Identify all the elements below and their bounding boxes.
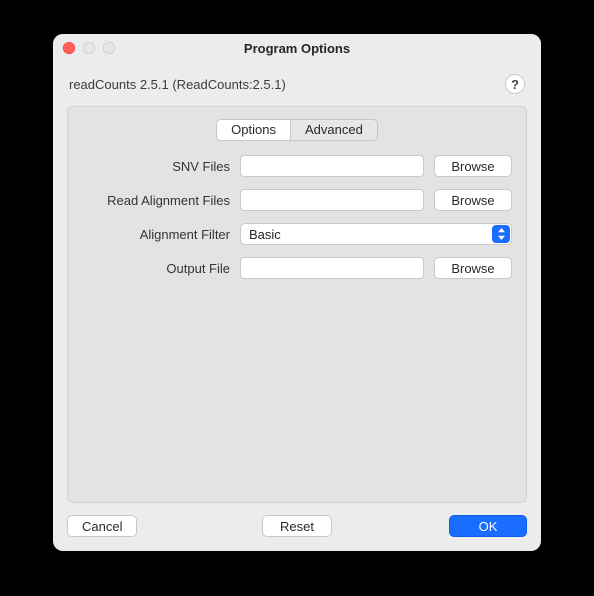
window-controls — [63, 42, 115, 54]
input-snv-files[interactable] — [240, 155, 424, 177]
label-read-alignment-files: Read Alignment Files — [82, 193, 230, 208]
label-snv-files: SNV Files — [82, 159, 230, 174]
select-alignment-filter[interactable]: Basic — [240, 223, 512, 245]
row-snv-files: SNV Files Browse — [82, 155, 512, 177]
dialog-footer: Cancel Reset OK — [53, 503, 541, 551]
input-read-alignment-files[interactable] — [240, 189, 424, 211]
tab-advanced[interactable]: Advanced — [290, 120, 377, 140]
input-output-file[interactable] — [240, 257, 424, 279]
row-alignment-filter: Alignment Filter Basic — [82, 223, 512, 245]
chevron-up-down-icon — [492, 225, 510, 243]
options-panel: Options Advanced SNV Files Browse Read A… — [67, 106, 527, 503]
program-options-window: Program Options readCounts 2.5.1 (ReadCo… — [53, 34, 541, 551]
zoom-icon[interactable] — [103, 42, 115, 54]
tab-options[interactable]: Options — [217, 120, 290, 140]
reset-button[interactable]: Reset — [262, 515, 332, 537]
ok-button[interactable]: OK — [449, 515, 527, 537]
titlebar: Program Options — [53, 34, 541, 62]
tab-segmented-control: Options Advanced — [216, 119, 378, 141]
browse-read-alignment-files[interactable]: Browse — [434, 189, 512, 211]
minimize-icon[interactable] — [83, 42, 95, 54]
window-title: Program Options — [244, 41, 350, 56]
row-read-alignment-files: Read Alignment Files Browse — [82, 189, 512, 211]
label-alignment-filter: Alignment Filter — [82, 227, 230, 242]
subheader: readCounts 2.5.1 (ReadCounts:2.5.1) ? — [53, 62, 541, 102]
tab-bar: Options Advanced — [82, 119, 512, 141]
help-button[interactable]: ? — [505, 74, 525, 94]
select-alignment-filter-value: Basic — [249, 227, 281, 242]
browse-output-file[interactable]: Browse — [434, 257, 512, 279]
help-icon: ? — [511, 77, 519, 92]
program-subtitle: readCounts 2.5.1 (ReadCounts:2.5.1) — [69, 77, 286, 92]
close-icon[interactable] — [63, 42, 75, 54]
row-output-file: Output File Browse — [82, 257, 512, 279]
cancel-button[interactable]: Cancel — [67, 515, 137, 537]
browse-snv-files[interactable]: Browse — [434, 155, 512, 177]
label-output-file: Output File — [82, 261, 230, 276]
